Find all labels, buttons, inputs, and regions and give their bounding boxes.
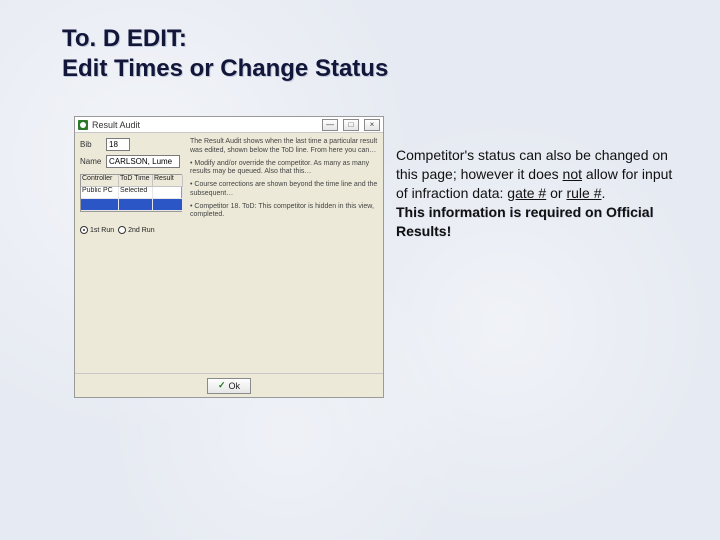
bib-input[interactable] [106, 138, 130, 151]
title-line-1: To. D EDIT: [62, 24, 388, 54]
left-pane: Bib Name Controller ToD Time Result Publ… [75, 133, 187, 373]
slide-title: To. D EDIT: Edit Times or Change Status [62, 24, 388, 84]
check-icon: ✓ [218, 380, 226, 391]
radio-icon [118, 226, 126, 234]
close-button[interactable]: × [364, 119, 380, 131]
results-grid[interactable]: Controller ToD Time Result Public PC Sel… [80, 174, 182, 212]
radio-2nd-run[interactable]: 2nd Run [118, 226, 154, 234]
col-controller: Controller [81, 175, 119, 187]
underline-gate: gate # [507, 185, 546, 201]
titlebar: Result Audit — □ × [75, 117, 383, 133]
underline-rule: rule # [566, 185, 601, 201]
radio-icon [80, 226, 88, 234]
radio-1-label: 1st Run [90, 227, 114, 234]
audit-p2: • Modify and/or override the competitor.… [190, 160, 378, 178]
audit-p1: The Result Audit shows when the last tim… [190, 138, 378, 156]
caption-bold: This information is required on Official… [396, 204, 653, 239]
run-radios: 1st Run 2nd Run [80, 226, 184, 234]
underline-not: not [563, 166, 582, 182]
table-row-selected[interactable] [81, 199, 181, 211]
window-title: Result Audit [92, 120, 140, 130]
app-icon [78, 120, 88, 130]
audit-p4: • Competitor 18. ToD: This competitor is… [190, 203, 378, 221]
ok-button[interactable]: ✓ Ok [207, 378, 251, 394]
col-result: Result [153, 175, 183, 187]
minimize-button[interactable]: — [322, 119, 338, 131]
radio-2-label: 2nd Run [128, 227, 154, 234]
audit-description: The Result Audit shows when the last tim… [187, 133, 383, 373]
ok-label: Ok [229, 381, 241, 391]
col-tod-time: ToD Time [119, 175, 153, 187]
bib-label: Bib [80, 140, 102, 149]
maximize-button[interactable]: □ [343, 119, 359, 131]
name-input[interactable] [106, 155, 180, 168]
name-label: Name [80, 157, 102, 166]
title-line-2: Edit Times or Change Status [62, 54, 388, 84]
result-audit-dialog: Result Audit — □ × Bib Name Controller T… [74, 116, 384, 398]
radio-1st-run[interactable]: 1st Run [80, 226, 114, 234]
table-row[interactable]: Public PC Selected [81, 187, 181, 199]
caption-text: Competitor's status can also be changed … [396, 146, 674, 240]
dialog-footer: ✓ Ok [75, 373, 383, 397]
grid-header: Controller ToD Time Result [81, 175, 181, 187]
audit-p3: • Course corrections are shown beyond th… [190, 181, 378, 199]
